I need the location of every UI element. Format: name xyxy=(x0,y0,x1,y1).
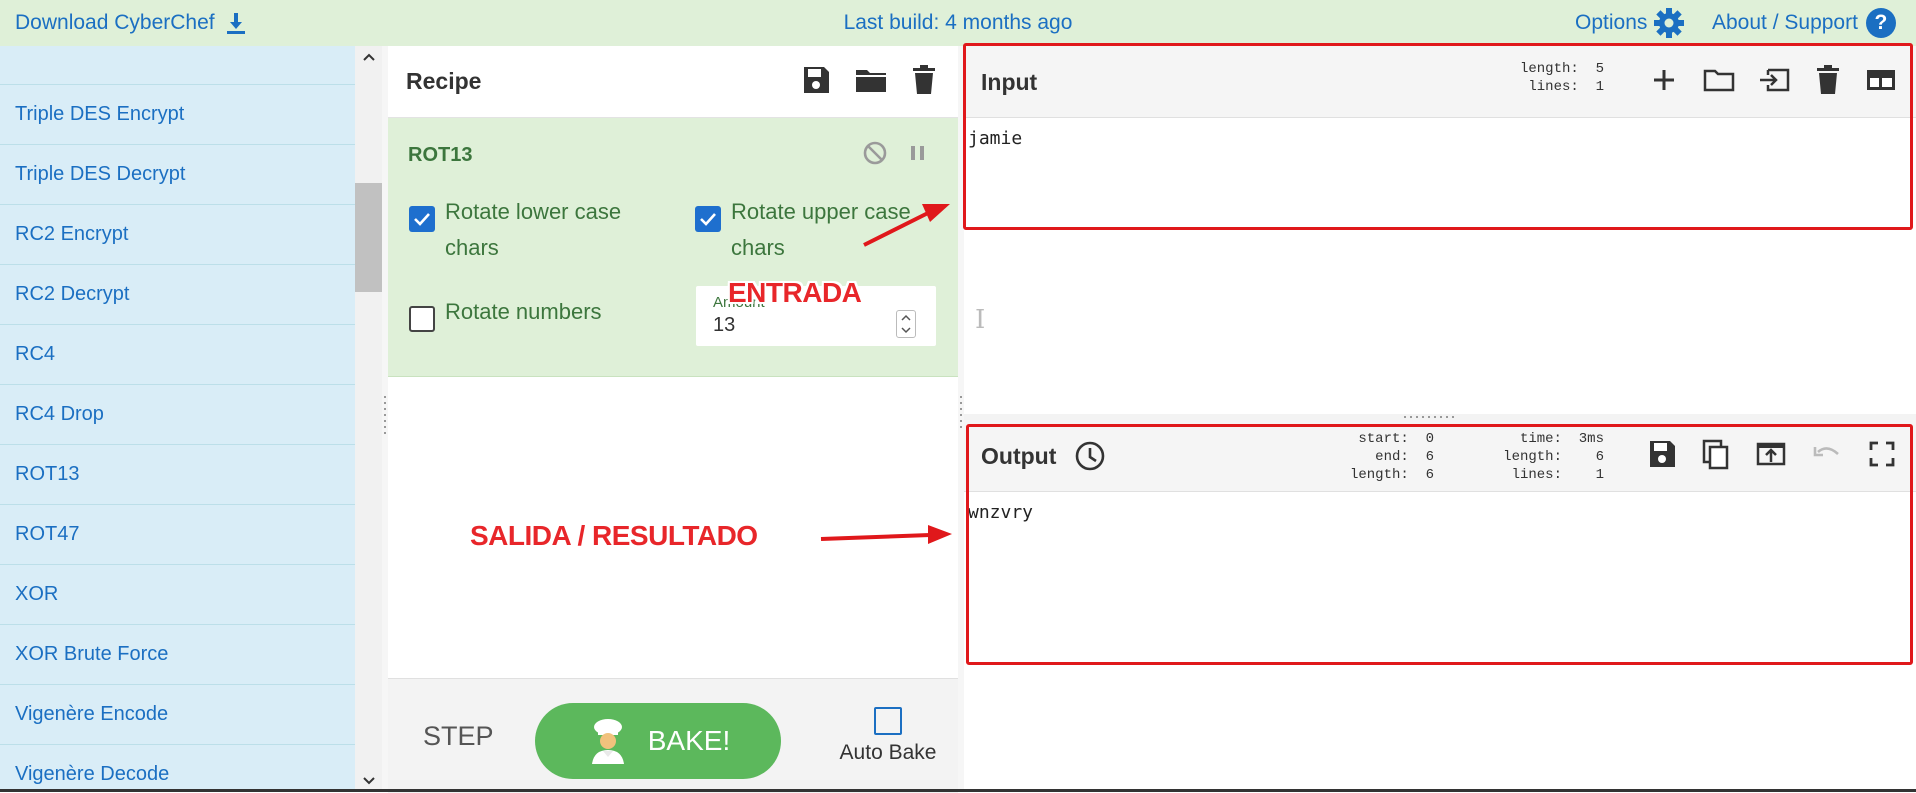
about-support-link[interactable]: About / Support ? xyxy=(1712,0,1896,46)
operation-item-rc4[interactable]: RC4 xyxy=(0,325,355,385)
about-label: About / Support xyxy=(1712,11,1858,34)
recipe-header: Recipe xyxy=(388,46,958,118)
checkmark-icon xyxy=(700,213,716,226)
disable-operation-icon[interactable] xyxy=(862,140,888,166)
recipe-operation-rot13: ROT13 Rotate lower case chars Rotate upp… xyxy=(388,118,958,377)
operations-scrollbar[interactable] xyxy=(355,46,382,792)
clear-recipe-trash-icon[interactable] xyxy=(910,64,938,96)
rotate-lower-label: Rotate lower case chars xyxy=(445,199,622,260)
rotate-numbers-label: Rotate numbers xyxy=(445,299,602,324)
rotate-lower-checkbox-box[interactable] xyxy=(409,206,435,232)
download-icon xyxy=(226,13,245,34)
auto-bake-label: Auto Bake xyxy=(839,741,937,764)
rotate-lower-checkbox[interactable]: Rotate lower case chars xyxy=(409,194,635,266)
rotate-numbers-checkbox[interactable]: Rotate numbers xyxy=(409,294,645,332)
chevron-down-icon[interactable] xyxy=(901,327,911,334)
rotate-upper-checkbox-box[interactable] xyxy=(695,206,721,232)
download-cyberchef-link[interactable]: Download CyberChef xyxy=(15,0,247,46)
operation-item-triple-des-decrypt[interactable]: Triple DES Decrypt xyxy=(0,145,355,205)
operation-item-triple-des-encrypt[interactable]: Triple DES Encrypt xyxy=(0,85,355,145)
operation-item-vigenere-encode[interactable]: Vigenère Encode xyxy=(0,685,355,745)
operation-item-rc2-encrypt[interactable]: RC2 Encrypt xyxy=(0,205,355,265)
checkmark-icon xyxy=(414,213,430,226)
output-highlight-box xyxy=(966,424,1913,665)
recipe-title: Recipe xyxy=(406,68,482,94)
auto-bake-checkbox[interactable] xyxy=(874,707,902,735)
top-banner: Download CyberChef Last build: 4 months … xyxy=(0,0,1916,46)
load-recipe-folder-icon[interactable] xyxy=(854,64,888,96)
recipe-panel: Recipe ROT13 Rotate lower case chars Rot… xyxy=(388,46,958,793)
auto-bake-toggle[interactable]: Auto Bake xyxy=(828,707,948,765)
operation-item-rc4-drop[interactable]: RC4 Drop xyxy=(0,385,355,445)
amount-input[interactable]: 13 xyxy=(713,314,735,337)
amount-stepper[interactable] xyxy=(896,310,916,338)
operation-item-rc2-decrypt[interactable]: RC2 Decrypt xyxy=(0,265,355,325)
rotate-upper-checkbox[interactable]: Rotate upper case chars xyxy=(695,194,931,266)
recipe-controls: STEP BAKE! Auto Bake xyxy=(388,678,958,793)
entrada-annotation: ENTRADA xyxy=(728,277,862,308)
rotate-upper-label: Rotate upper case chars xyxy=(731,199,911,260)
scroll-up-arrow-icon[interactable] xyxy=(355,46,382,68)
salida-annotation: SALIDA / RESULTADO xyxy=(470,520,758,551)
operation-item-xor-brute-force[interactable]: XOR Brute Force xyxy=(0,625,355,685)
step-button[interactable]: STEP xyxy=(423,679,494,793)
bake-label: BAKE! xyxy=(647,725,731,756)
chevron-up-icon[interactable] xyxy=(901,314,911,321)
bake-button[interactable]: BAKE! xyxy=(535,703,781,779)
scrollbar-thumb[interactable] xyxy=(355,183,382,292)
build-label: Last build: 4 months ago xyxy=(843,11,1073,34)
operation-title: ROT13 xyxy=(408,144,473,166)
chef-icon xyxy=(591,719,624,764)
options-link[interactable]: Options xyxy=(1575,0,1685,46)
gear-icon xyxy=(1654,8,1685,38)
pause-breakpoint-icon[interactable] xyxy=(908,140,928,166)
operation-item-rot47[interactable]: ROT47 xyxy=(0,505,355,565)
operation-item-vigenere-decode[interactable]: Vigenère Decode xyxy=(0,745,355,792)
save-recipe-icon[interactable] xyxy=(800,64,832,96)
input-highlight-box xyxy=(963,43,1913,230)
rotate-numbers-checkbox-box[interactable] xyxy=(409,306,435,332)
operation-item-xor[interactable]: XOR xyxy=(0,565,355,625)
download-label: Download CyberChef xyxy=(15,11,215,34)
options-label: Options xyxy=(1575,11,1648,34)
text-cursor-icon: I xyxy=(975,305,986,335)
operation-item-rot13[interactable]: ROT13 xyxy=(0,445,355,505)
help-icon: ? xyxy=(1865,8,1896,38)
operations-list: Triple DES Encrypt Triple DES Decrypt RC… xyxy=(0,46,355,792)
operations-list-partial-item xyxy=(0,46,355,85)
